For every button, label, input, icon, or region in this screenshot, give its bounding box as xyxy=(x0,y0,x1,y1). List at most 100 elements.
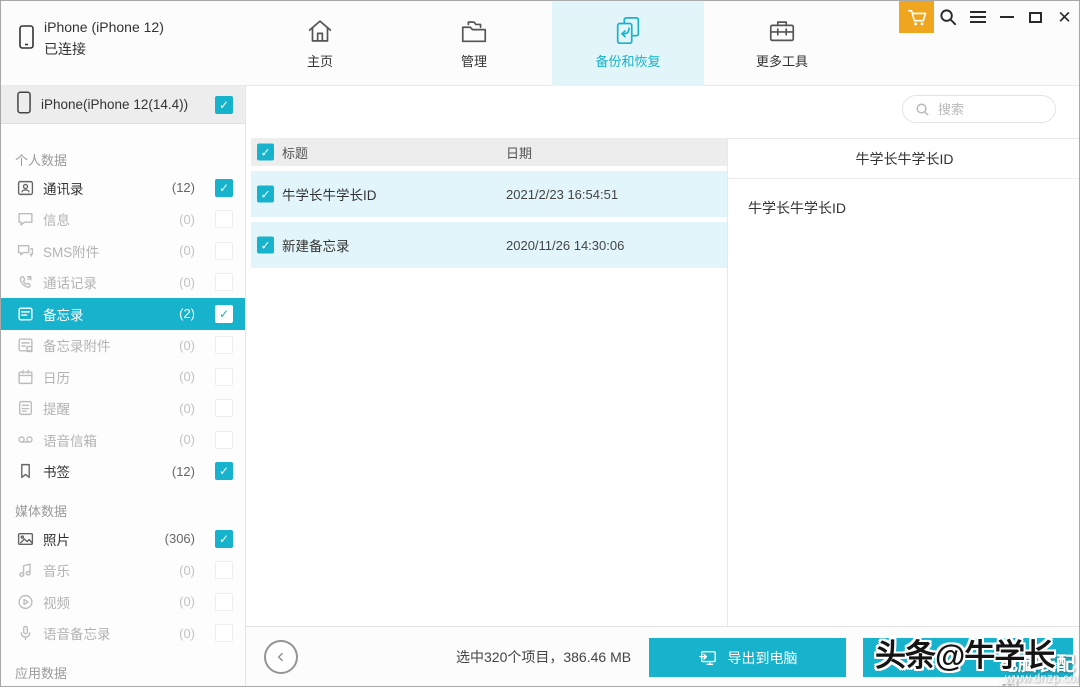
tab-home[interactable]: 主页 xyxy=(244,1,396,86)
call-history-checkbox[interactable] xyxy=(215,273,233,291)
reminders-checkbox[interactable] xyxy=(215,399,233,417)
export-button-label: 导出到电脑 xyxy=(728,648,798,668)
sidebar-item-notes[interactable]: 备忘录 (2) ✓ xyxy=(1,298,245,330)
row-checkbox[interactable]: ✓ xyxy=(257,237,274,254)
sidebar-item-count: (0) xyxy=(179,243,195,258)
window-controls: ✕ xyxy=(899,1,1079,33)
sidebar-item-count: (0) xyxy=(179,563,195,578)
notes-icon xyxy=(17,305,34,322)
notes-table: ✓ 标题 日期 ✓ 牛学长牛学长ID 2021/2/23 16:54:51 ✓ … xyxy=(251,138,728,268)
app-window: iPhone (iPhone 12) 已连接 主页 管理 xyxy=(0,0,1080,687)
sidebar-item-label: 提醒 xyxy=(43,398,70,418)
contacts-checkbox[interactable]: ✓ xyxy=(215,179,233,197)
sidebar-item-count: (0) xyxy=(179,594,195,609)
note-detail-panel: 牛学长牛学长ID 牛学长牛学长ID xyxy=(728,138,1080,626)
menu-icon-button[interactable] xyxy=(963,1,992,33)
table-row[interactable]: ✓ 新建备忘录 2020/11/26 14:30:06 xyxy=(251,222,728,268)
sidebar-item-bookmarks[interactable]: 书签 (12) ✓ xyxy=(1,456,245,488)
sidebar-item-contacts[interactable]: 通讯录 (12) ✓ xyxy=(1,172,245,204)
search-icon-button[interactable] xyxy=(934,1,963,33)
sidebar-item-photos[interactable]: 照片 (306) ✓ xyxy=(1,523,245,555)
tab-manage[interactable]: 管理 xyxy=(398,1,550,86)
back-button[interactable] xyxy=(264,640,298,674)
bookmarks-checkbox[interactable]: ✓ xyxy=(215,462,233,480)
connected-device-info: iPhone (iPhone 12) 已连接 xyxy=(19,19,164,59)
chevron-left-icon xyxy=(274,650,288,664)
sidebar-item-calendar[interactable]: 日历 (0) xyxy=(1,361,245,393)
music-checkbox[interactable] xyxy=(215,561,233,579)
minimize-button[interactable] xyxy=(992,1,1021,33)
backup-restore-icon xyxy=(613,15,643,47)
manage-folder-icon xyxy=(458,15,490,47)
sidebar-item-sms-attachments[interactable]: SMS附件 (0) xyxy=(1,235,245,267)
tab-more-tools[interactable]: 更多工具 xyxy=(706,1,858,86)
device-checkbox[interactable]: ✓ xyxy=(215,96,233,114)
sidebar-item-label: 语音信箱 xyxy=(43,430,97,450)
tab-label: 主页 xyxy=(307,51,333,70)
contacts-icon xyxy=(17,179,34,196)
sidebar-item-label: 备忘录附件 xyxy=(43,335,111,355)
sidebar-item-count: (0) xyxy=(179,275,195,290)
sidebar-item-videos[interactable]: 视频 (0) xyxy=(1,586,245,618)
menu-icon xyxy=(970,11,986,23)
maximize-icon xyxy=(1029,12,1042,23)
sidebar-item-label: 照片 xyxy=(43,529,70,549)
sidebar-item-voice-memos[interactable]: 语音备忘录 (0) xyxy=(1,618,245,650)
row-checkbox[interactable]: ✓ xyxy=(257,186,274,203)
tab-backup-restore[interactable]: 备份和恢复 xyxy=(552,1,704,86)
export-icon xyxy=(698,649,718,667)
sidebar-item-music[interactable]: 音乐 (0) xyxy=(1,555,245,587)
sms-attachments-checkbox[interactable] xyxy=(215,242,233,260)
calendar-checkbox[interactable] xyxy=(215,368,233,386)
select-all-checkbox[interactable]: ✓ xyxy=(257,144,274,161)
sidebar-item-messages[interactable]: 信息 (0) xyxy=(1,204,245,236)
voice-memos-checkbox[interactable] xyxy=(215,624,233,642)
messages-icon xyxy=(17,211,34,228)
calendar-icon xyxy=(17,368,34,385)
table-row[interactable]: ✓ 牛学长牛学长ID 2021/2/23 16:54:51 xyxy=(251,171,728,217)
export-to-computer-button[interactable]: 导出到电脑 xyxy=(649,638,846,677)
sidebar-item-count: (0) xyxy=(179,338,195,353)
detail-panel-title: 牛学长牛学长ID xyxy=(728,139,1080,179)
voicemail-checkbox[interactable] xyxy=(215,431,233,449)
note-title: 新建备忘录 xyxy=(282,235,350,255)
search-input[interactable] xyxy=(938,102,1043,117)
note-date: 2021/2/23 16:54:51 xyxy=(506,187,618,202)
sidebar-item-label: 日历 xyxy=(43,367,70,387)
music-icon xyxy=(17,562,34,579)
note-date: 2020/11/26 14:30:06 xyxy=(506,238,624,253)
sidebar-item-count: (0) xyxy=(179,626,195,641)
sidebar: iPhone(iPhone 12(14.4)) ✓ 个人数据 通讯录 (12) … xyxy=(1,86,246,687)
section-app-data: 应用数据 xyxy=(1,649,245,685)
videos-checkbox[interactable] xyxy=(215,593,233,611)
sidebar-item-notes-attachments[interactable]: 备忘录附件 (0) xyxy=(1,330,245,362)
sidebar-item-count: (0) xyxy=(179,212,195,227)
tab-label: 备份和恢复 xyxy=(595,51,660,70)
tab-label: 管理 xyxy=(461,51,487,70)
sidebar-item-label: 通话记录 xyxy=(43,272,97,292)
close-button[interactable]: ✕ xyxy=(1050,1,1079,33)
maximize-button[interactable] xyxy=(1021,1,1050,33)
column-header-date: 日期 xyxy=(506,143,532,162)
sidebar-item-label: 音乐 xyxy=(43,560,70,580)
bookmarks-icon xyxy=(17,463,34,480)
section-media-data: 媒体数据 xyxy=(1,487,245,523)
sidebar-item-voicemail[interactable]: 语音信箱 (0) xyxy=(1,424,245,456)
photos-checkbox[interactable]: ✓ xyxy=(215,530,233,548)
search-icon xyxy=(915,102,930,117)
notes-attachments-checkbox[interactable] xyxy=(215,336,233,354)
cart-button[interactable] xyxy=(899,1,934,33)
phone-icon xyxy=(19,25,34,54)
photos-icon xyxy=(17,530,34,547)
reminders-icon xyxy=(17,400,34,417)
sidebar-item-count: (0) xyxy=(179,432,195,447)
close-icon: ✕ xyxy=(1057,9,1071,26)
sidebar-item-label: 备忘录 xyxy=(43,304,84,324)
table-header-row: ✓ 标题 日期 xyxy=(251,138,728,166)
notes-checkbox[interactable]: ✓ xyxy=(215,305,233,323)
sidebar-device-row[interactable]: iPhone(iPhone 12(14.4)) ✓ xyxy=(1,86,245,124)
sidebar-item-label: 通讯录 xyxy=(43,178,84,198)
sidebar-item-call-history[interactable]: 通话记录 (0) xyxy=(1,267,245,299)
sidebar-item-reminders[interactable]: 提醒 (0) xyxy=(1,393,245,425)
messages-checkbox[interactable] xyxy=(215,210,233,228)
